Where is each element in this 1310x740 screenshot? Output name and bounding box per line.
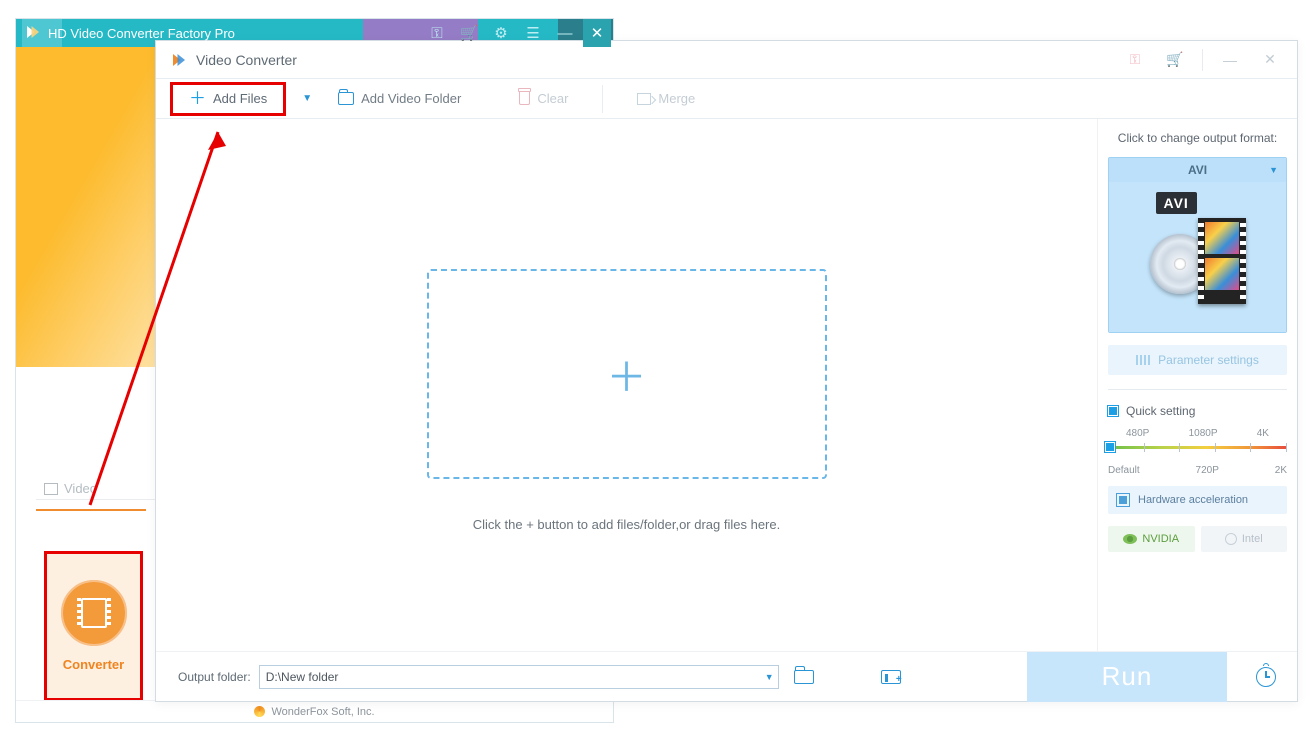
clear-button[interactable]: Clear (509, 91, 578, 106)
video-tab[interactable]: Video (44, 481, 97, 496)
change-format-label: Click to change output format: (1108, 131, 1287, 145)
intel-label: Intel (1242, 533, 1263, 545)
tick-1080p: 1080P (1189, 428, 1218, 439)
key-icon[interactable]: ⚿ (423, 19, 451, 47)
merge-icon (637, 93, 651, 105)
app-logo-icon (24, 23, 42, 41)
tick-default: Default (1108, 465, 1140, 476)
sliders-icon (1136, 355, 1150, 365)
footer-text: WonderFox Soft, Inc. (271, 706, 374, 718)
video-icon (44, 483, 58, 495)
clear-label: Clear (537, 91, 568, 106)
converter-window: Video Converter ⚿ 🛒 — ✕ ＋ Add Files ▼ Ad… (155, 40, 1298, 702)
cart-icon[interactable]: 🛒 (455, 19, 483, 47)
tick-720p: 720P (1196, 465, 1219, 476)
gear-icon[interactable]: ⚙ (487, 19, 515, 47)
tick-480p: 480P (1126, 428, 1149, 439)
intel-badge: Intel (1201, 526, 1288, 552)
converter-icon (62, 581, 126, 645)
parent-footer: WonderFox Soft, Inc. (16, 700, 613, 722)
timer-button[interactable] (1235, 652, 1297, 702)
chevron-down-icon: ▼ (1269, 165, 1278, 175)
add-folder-button[interactable]: Add Video Folder (328, 91, 471, 106)
tick-2k: 2K (1275, 465, 1287, 476)
drop-zone[interactable]: ＋ (427, 269, 827, 479)
drop-hint: Click the + button to add files/folder,o… (473, 517, 780, 532)
divider (1202, 49, 1203, 71)
format-art: AVI (1150, 192, 1246, 322)
converter-body: ＋ Click the + button to add files/folder… (156, 119, 1297, 651)
new-folder-button[interactable] (874, 662, 908, 692)
run-button[interactable]: Run (1027, 652, 1227, 702)
quick-dot-icon (1108, 406, 1118, 416)
output-format-button[interactable]: AVI ▼ AVI (1108, 157, 1287, 333)
parameter-settings-button[interactable]: Parameter settings (1108, 345, 1287, 375)
parent-title: HD Video Converter Factory Pro (48, 26, 235, 41)
toolbar: ＋ Add Files ▼ Add Video Folder Clear Mer… (156, 79, 1297, 119)
filmstrip-icon (1198, 218, 1246, 304)
parent-titlebar: HD Video Converter Factory Pro ⚿ 🛒 ⚙ ☰ —… (16, 19, 613, 47)
add-files-button[interactable]: ＋ Add Files (170, 82, 286, 116)
add-folder-label: Add Video Folder (361, 91, 461, 106)
key-icon[interactable]: ⚿ (1118, 45, 1152, 75)
new-folder-icon (881, 670, 901, 684)
converter-title: Video Converter (196, 52, 297, 68)
intel-icon (1225, 533, 1237, 545)
trash-icon (519, 92, 530, 105)
minimize-icon[interactable]: — (551, 19, 579, 47)
output-folder-value: D:\New folder (266, 670, 339, 684)
converter-label: Converter (63, 657, 124, 672)
output-folder-combo[interactable]: D:\New folder ▼ (259, 665, 779, 689)
nvidia-icon (1123, 534, 1137, 544)
close-icon[interactable]: ✕ (583, 19, 611, 47)
plus-icon: ＋ (607, 345, 647, 403)
chevron-down-icon: ▼ (765, 672, 774, 682)
wonderfox-icon (254, 706, 265, 717)
tick-4k: 4K (1257, 428, 1269, 439)
add-files-dropdown-icon[interactable]: ▼ (294, 93, 320, 104)
hardware-accel-button[interactable]: Hardware acceleration (1108, 486, 1287, 514)
settings-list-icon[interactable]: ☰ (519, 19, 547, 47)
output-folder-label: Output folder: (178, 670, 251, 684)
minimize-icon[interactable]: — (1213, 45, 1247, 75)
hw-label: Hardware acceleration (1138, 494, 1248, 506)
close-icon[interactable]: ✕ (1253, 45, 1287, 75)
video-tab-label: Video (64, 481, 97, 496)
quick-setting-slider[interactable]: 480P 1080P 4K Default 720P 2K (1108, 432, 1287, 474)
converter-footer: Output folder: D:\New folder ▼ Run (156, 651, 1297, 701)
quick-setting-label-row: Quick setting (1108, 404, 1287, 418)
cart-icon[interactable]: 🛒 (1158, 45, 1192, 75)
clock-icon (1256, 667, 1276, 687)
run-label: Run (1102, 661, 1153, 692)
drop-area[interactable]: ＋ Click the + button to add files/folder… (156, 119, 1097, 651)
slider-thumb[interactable] (1105, 442, 1115, 452)
divider (602, 85, 603, 113)
add-files-label: Add Files (213, 91, 267, 106)
open-folder-button[interactable] (787, 662, 821, 692)
parameter-label: Parameter settings (1158, 353, 1259, 367)
open-folder-icon (794, 670, 814, 684)
converter-tile[interactable]: Converter (44, 551, 143, 701)
nvidia-label: NVIDIA (1142, 533, 1179, 545)
side-panel: Click to change output format: AVI ▼ AVI (1097, 119, 1297, 651)
chip-icon (1116, 493, 1130, 507)
folder-icon (338, 92, 354, 105)
tab-underline (36, 509, 146, 511)
merge-button[interactable]: Merge (627, 91, 705, 106)
quick-setting-label: Quick setting (1126, 404, 1195, 418)
merge-label: Merge (658, 91, 695, 106)
converter-logo-icon (170, 51, 188, 69)
format-name: AVI (1188, 163, 1207, 177)
divider (1108, 389, 1287, 390)
format-badge: AVI (1156, 192, 1197, 214)
nvidia-badge: NVIDIA (1108, 526, 1195, 552)
